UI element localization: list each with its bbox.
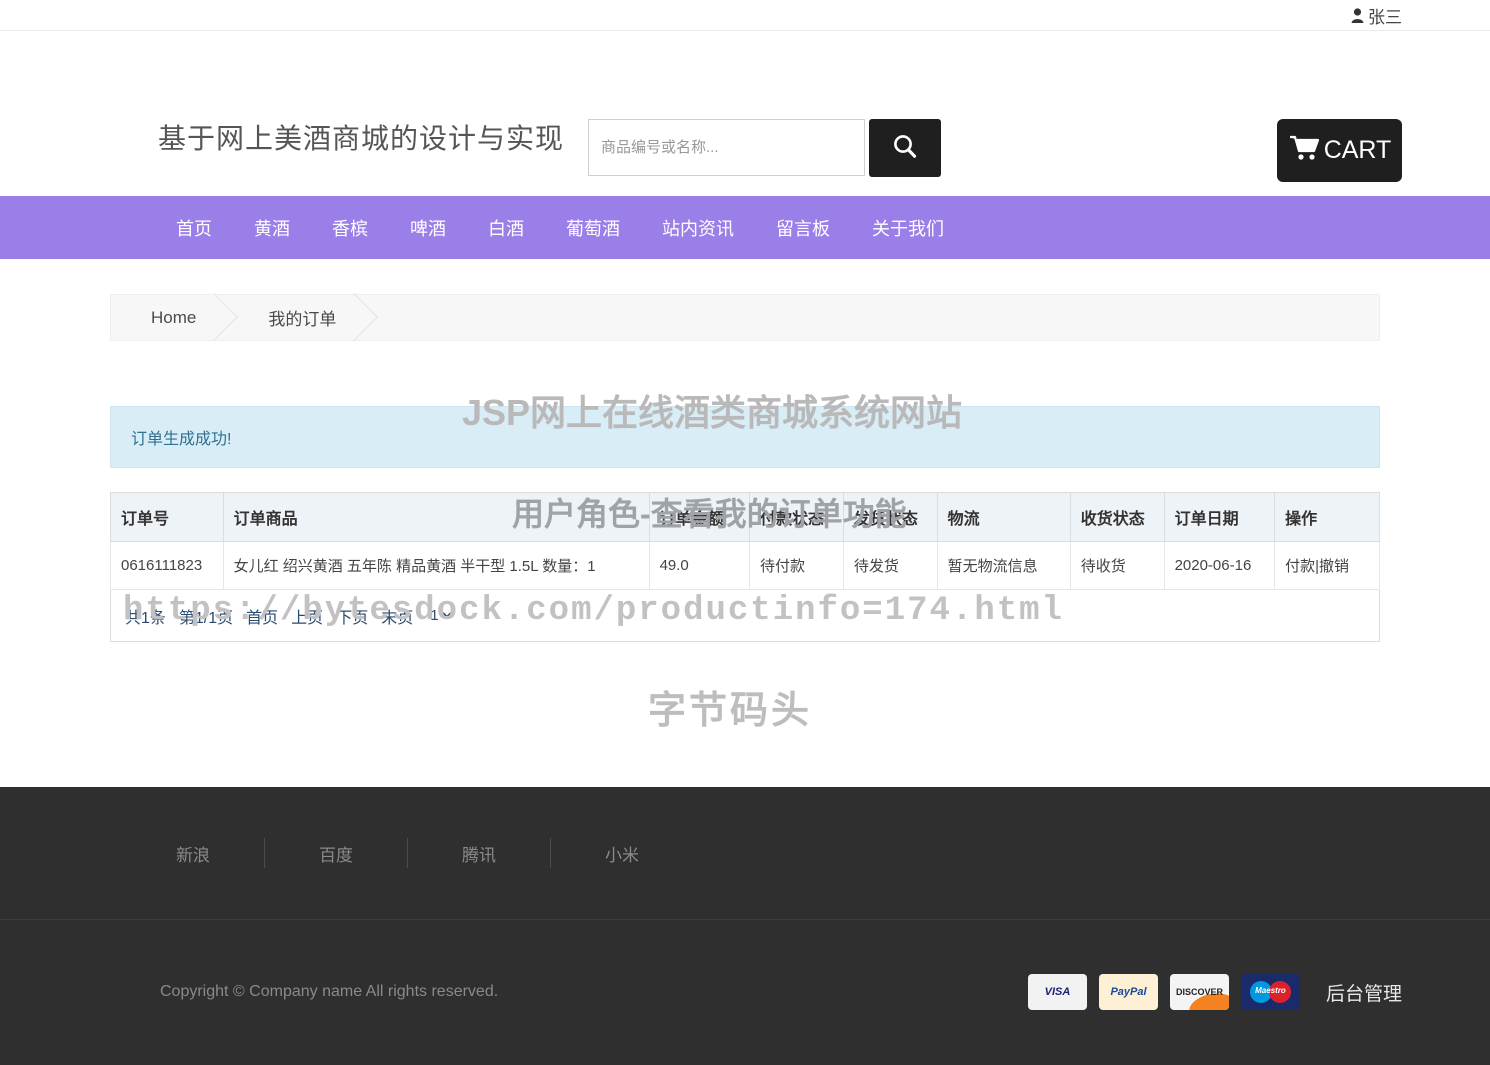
footer-divider (550, 838, 551, 868)
cell-pay-status: 待付款 (750, 542, 844, 590)
cell-logistics: 暂无物流信息 (937, 542, 1070, 590)
pay-order-link[interactable]: 付款 (1285, 558, 1315, 575)
search-icon (890, 132, 920, 165)
cart-label: CART (1324, 136, 1392, 165)
cell-order-no: 0616111823 (111, 542, 224, 590)
site-title: 基于网上美酒商城的设计与实现 (158, 117, 564, 157)
footer-link-xiaomi[interactable]: 小米 (605, 841, 639, 866)
footer-link-baidu[interactable]: 百度 (319, 841, 353, 866)
footer-link-tencent[interactable]: 腾讯 (462, 841, 496, 866)
footer-bottom: Copyright © Company name All rights rese… (0, 920, 1490, 1064)
watermark-brand: 字节码头 (648, 679, 812, 734)
footer-divider (264, 838, 265, 868)
main-nav: 首页 黄酒 香槟 啤酒 白酒 葡萄酒 站内资讯 留言板 关于我们 (0, 196, 1490, 259)
success-alert: 订单生成成功! (110, 406, 1380, 468)
page-select[interactable]: 1 (426, 606, 455, 625)
site-footer: 新浪 百度 腾讯 小米 Copyright © Company name All… (0, 787, 1490, 1065)
next-page-link[interactable]: 下页 (336, 604, 368, 628)
col-order-no: 订单号 (111, 493, 224, 542)
nav-item-beer[interactable]: 啤酒 (410, 215, 446, 241)
table-header-row: 订单号 订单商品 订单金额 付款状态 发货状态 物流 收货状态 订单日期 操作 (111, 493, 1380, 542)
search-area (588, 119, 941, 177)
col-product: 订单商品 (223, 493, 649, 542)
col-receive-status: 收货状态 (1070, 493, 1164, 542)
breadcrumb: Home 我的订单 (110, 294, 1380, 341)
first-page-link[interactable]: 首页 (246, 604, 278, 628)
nav-item-huangjiu[interactable]: 黄酒 (254, 215, 290, 241)
orders-table: 订单号 订单商品 订单金额 付款状态 发货状态 物流 收货状态 订单日期 操作 … (110, 492, 1380, 590)
nav-item-message-board[interactable]: 留言板 (776, 215, 830, 241)
cell-amount: 49.0 (649, 542, 749, 590)
cell-actions: 付款|撤销 (1275, 542, 1380, 590)
nav-item-news[interactable]: 站内资讯 (662, 215, 734, 241)
visa-label: VISA (1045, 986, 1071, 998)
nav-item-baijiu[interactable]: 白酒 (488, 215, 524, 241)
cell-order-date: 2020-06-16 (1164, 542, 1275, 590)
user-account-link[interactable]: 张三 (1351, 3, 1402, 28)
breadcrumb-item-my-orders: 我的订单 (230, 294, 370, 341)
maestro-icon: Maestro (1241, 974, 1300, 1010)
prev-page-link[interactable]: 上页 (291, 604, 323, 628)
paypal-icon: PayPal (1099, 974, 1158, 1010)
last-page-link[interactable]: 末页 (381, 604, 413, 628)
pagination-bar: 共1条 第1/1页 首页 上页 下页 末页 1 (110, 590, 1380, 642)
shopping-cart-icon (1288, 133, 1322, 168)
search-input[interactable] (588, 119, 865, 176)
footer-links: 新浪 百度 腾讯 小米 (0, 787, 1490, 920)
nav-item-wine[interactable]: 葡萄酒 (566, 215, 620, 241)
cell-ship-status: 待发货 (843, 542, 937, 590)
col-order-date: 订单日期 (1164, 493, 1275, 542)
page-info: 第1/1页 (179, 604, 233, 628)
admin-panel-link[interactable]: 后台管理 (1326, 979, 1402, 1006)
discover-label: DISCOVER (1176, 987, 1223, 997)
footer-divider (407, 838, 408, 868)
maestro-label: Maestro (1241, 986, 1300, 995)
paypal-label: PayPal (1110, 986, 1146, 998)
footer-link-sina[interactable]: 新浪 (176, 841, 210, 866)
nav-item-about[interactable]: 关于我们 (872, 215, 944, 241)
search-button[interactable] (869, 119, 941, 177)
table-row: 0616111823 女儿红 绍兴黄酒 五年陈 精品黄酒 半干型 1.5L 数量… (111, 542, 1380, 590)
page-content: Home 我的订单 订单生成成功! 订单号 订单商品 订单金额 付款状态 发货状… (0, 294, 1490, 642)
cell-product: 女儿红 绍兴黄酒 五年陈 精品黄酒 半干型 1.5L 数量：1 (223, 542, 649, 590)
nav-item-champagne[interactable]: 香槟 (332, 215, 368, 241)
discover-icon: DISCOVER (1170, 974, 1229, 1010)
col-amount: 订单金额 (649, 493, 749, 542)
total-count: 共1条 (125, 604, 166, 628)
col-pay-status: 付款状态 (750, 493, 844, 542)
cell-receive-status: 待收货 (1070, 542, 1164, 590)
col-logistics: 物流 (937, 493, 1070, 542)
top-user-bar: 张三 (0, 0, 1490, 31)
visa-icon: VISA (1028, 974, 1087, 1010)
payment-methods: VISA PayPal DISCOVER Maestro 后台管理 (1028, 974, 1402, 1010)
user-name: 张三 (1368, 3, 1402, 28)
cart-button[interactable]: CART (1277, 119, 1402, 182)
breadcrumb-item-home[interactable]: Home (111, 294, 230, 341)
cancel-order-link[interactable]: 撤销 (1319, 558, 1349, 575)
col-actions: 操作 (1275, 493, 1380, 542)
copyright-text: Copyright © Company name All rights rese… (160, 983, 498, 1001)
nav-item-home[interactable]: 首页 (176, 215, 212, 241)
user-icon (1351, 8, 1364, 23)
site-header: 基于网上美酒商城的设计与实现 CART (0, 31, 1490, 196)
col-ship-status: 发货状态 (843, 493, 937, 542)
alert-message: 订单生成成功! (131, 425, 231, 449)
